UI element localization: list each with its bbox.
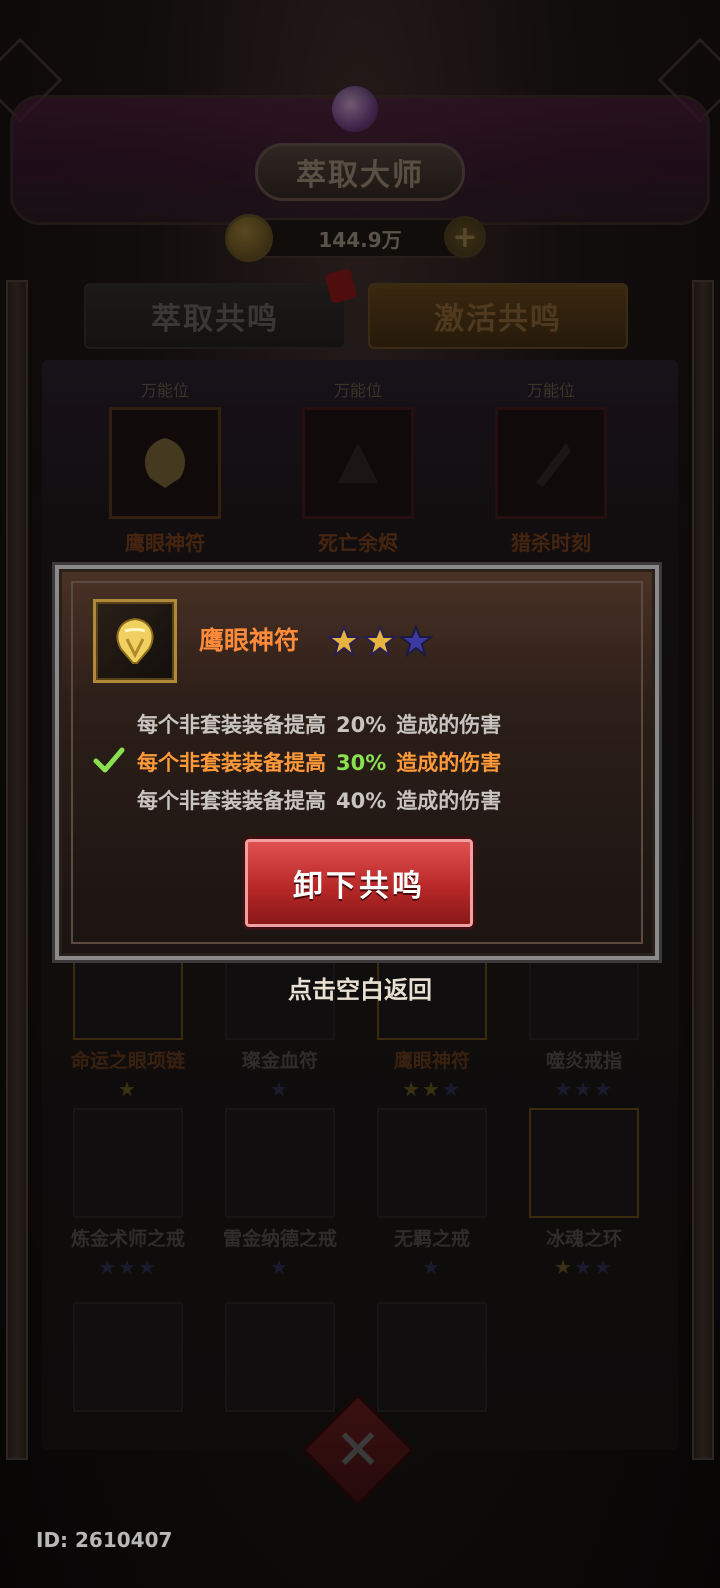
- star-empty-icon: [399, 624, 433, 658]
- modal-star-rating: [327, 624, 433, 658]
- effect-line-active: 每个非套装装备提高 30% 造成的伤害: [137, 751, 502, 775]
- tap-to-return-hint: 点击空白返回: [288, 976, 432, 1004]
- check-icon: [93, 747, 125, 773]
- effect-value: 20%: [336, 713, 387, 737]
- effect-line: 每个非套装装备提高 40% 造成的伤害: [137, 789, 502, 813]
- feather-talisman-icon: [93, 599, 177, 683]
- effect-value: 40%: [336, 789, 387, 813]
- star-filled-icon: [327, 624, 361, 658]
- game-screen: 萃取大师 144.9万 + 萃取共鸣 激活共鸣 万能位 鹰眼神符 万能位 死亡余…: [0, 0, 720, 1588]
- resonance-detail-modal: 鹰眼神符 每个非套装装备提高 20% 造成的伤害 每个非套装装备提高 30% 造成的伤害…: [55, 565, 659, 960]
- effect-line: 每个非套装装备提高 20% 造成的伤害: [137, 713, 502, 737]
- unequip-resonance-button[interactable]: 卸下共鸣: [242, 836, 476, 930]
- star-filled-icon: [363, 624, 397, 658]
- user-id: ID: 2610407: [36, 1528, 173, 1552]
- modal-item-name: 鹰眼神符: [199, 626, 300, 655]
- effect-value: 30%: [336, 751, 387, 775]
